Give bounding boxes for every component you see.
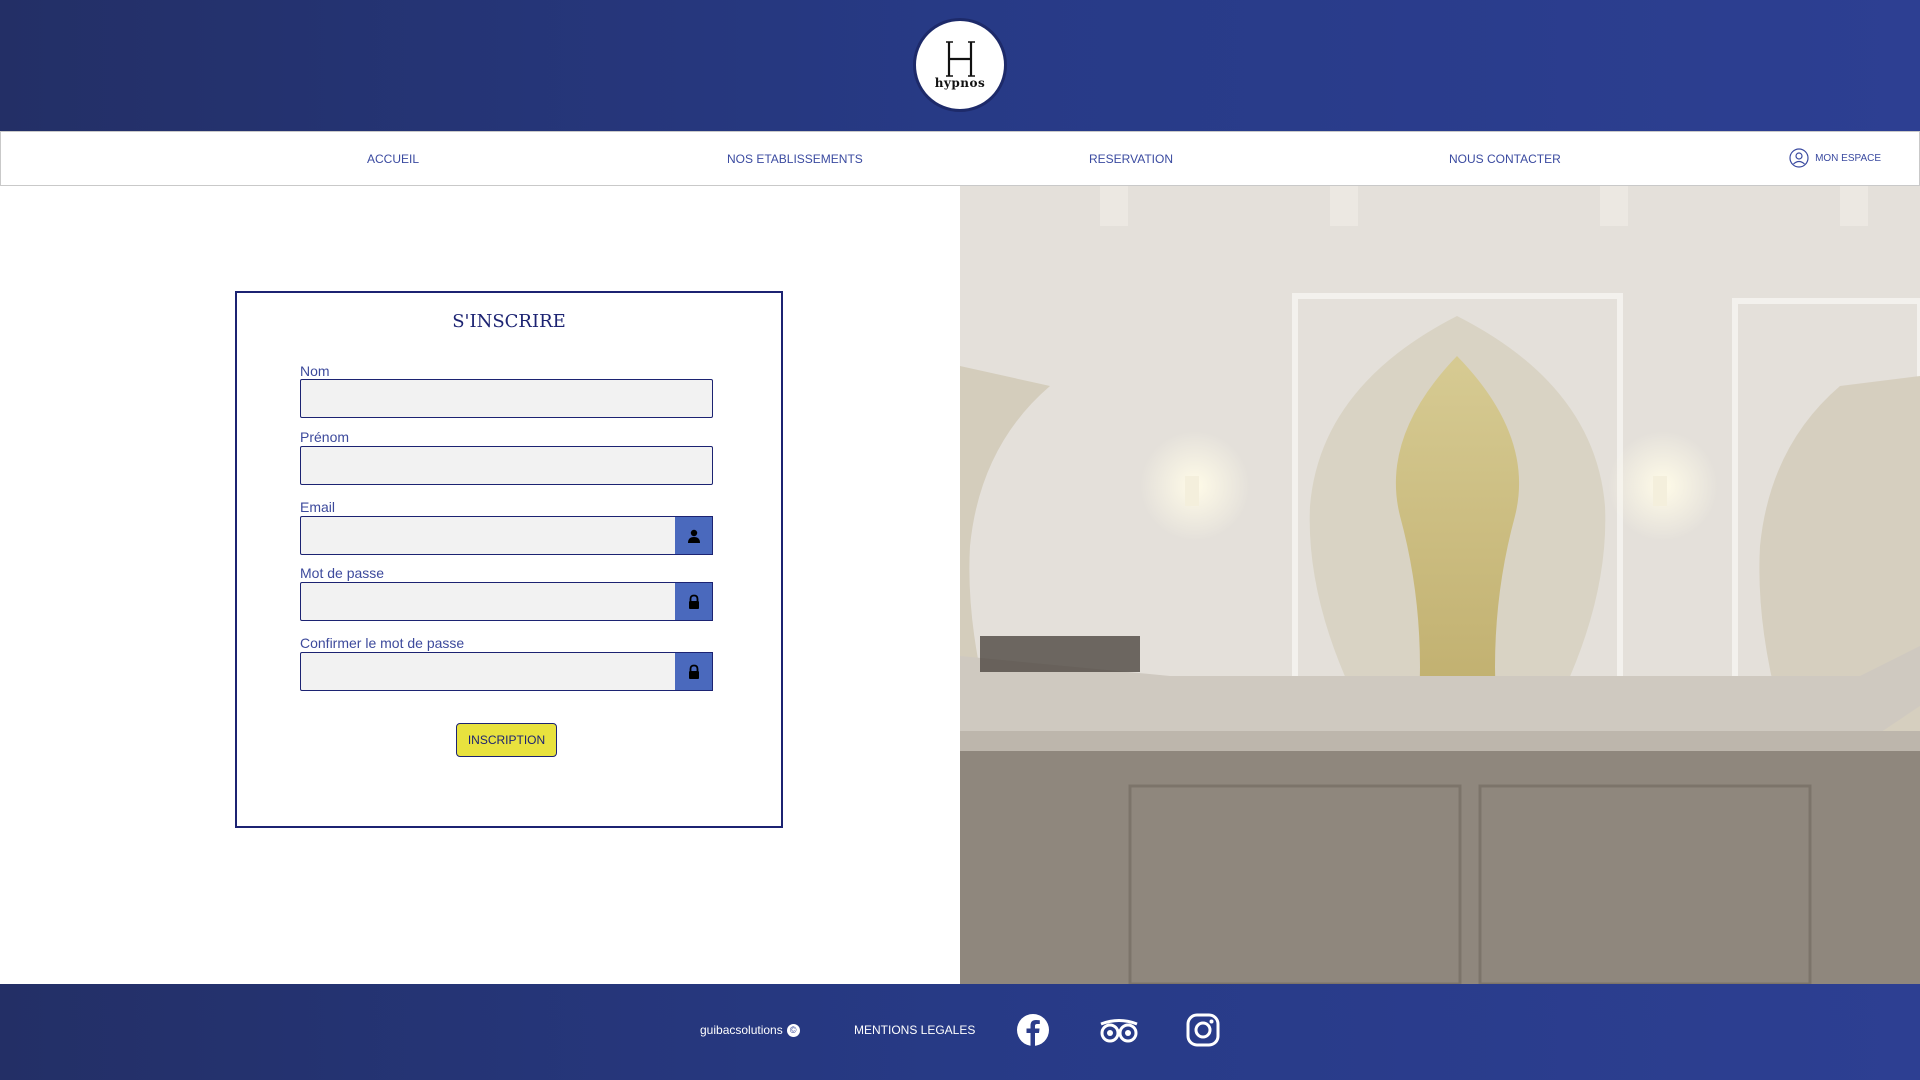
footer: guibacsolutions © MENTIONS LEGALES xyxy=(0,984,1920,1080)
tripadvisor-icon[interactable] xyxy=(1099,1013,1139,1047)
instagram-icon[interactable] xyxy=(1186,1013,1220,1047)
account-label: MON ESPACE xyxy=(1815,152,1881,164)
main-nav: ACCUEIL NOS ETABLISSEMENTS RESERVATION N… xyxy=(0,131,1920,186)
footer-brand[interactable]: guibacsolutions © xyxy=(700,1023,800,1037)
facebook-icon[interactable] xyxy=(1016,1013,1050,1047)
account-link[interactable]: MON ESPACE xyxy=(1789,148,1881,168)
lock-icon xyxy=(688,664,699,679)
account-icon xyxy=(1789,148,1809,168)
confirm-password-input[interactable] xyxy=(300,652,676,691)
hypnos-logo[interactable]: hypnos xyxy=(913,18,1007,112)
nom-input[interactable] xyxy=(300,379,713,418)
copyright-icon: © xyxy=(786,1023,800,1037)
hotel-reception-illustration xyxy=(960,186,1920,984)
logo-text: hypnos xyxy=(934,76,986,90)
email-label: Email xyxy=(300,499,336,515)
header-banner: hypnos xyxy=(0,0,1920,131)
footer-brand-text: guibacsolutions xyxy=(700,1023,783,1037)
email-addon xyxy=(675,516,713,555)
nav-item-reservation[interactable]: RESERVATION xyxy=(1089,132,1173,187)
logo-h-icon xyxy=(946,41,975,77)
prenom-label: Prénom xyxy=(300,429,350,445)
signup-form: S'INSCRIRE Nom Prénom Email Mot de passe… xyxy=(235,291,783,828)
nav-item-etablissements[interactable]: NOS ETABLISSEMENTS xyxy=(727,132,863,187)
prenom-input[interactable] xyxy=(300,446,713,485)
confirm-password-addon xyxy=(675,652,713,691)
email-input[interactable] xyxy=(300,516,676,555)
inscription-button[interactable]: INSCRIPTION xyxy=(456,723,557,757)
hotel-reception-photo xyxy=(960,186,1920,984)
lock-icon xyxy=(688,594,699,609)
nav-item-accueil[interactable]: ACCUEIL xyxy=(367,132,419,187)
password-addon xyxy=(675,582,713,621)
password-input[interactable] xyxy=(300,582,676,621)
mentions-legales-link[interactable]: MENTIONS LEGALES xyxy=(854,1023,975,1037)
user-icon xyxy=(687,529,700,543)
signup-title: S'INSCRIRE xyxy=(452,311,566,332)
nom-label: Nom xyxy=(300,363,330,379)
nav-item-contact[interactable]: NOUS CONTACTER xyxy=(1449,132,1561,187)
password-label: Mot de passe xyxy=(300,565,385,581)
confirm-password-label: Confirmer le mot de passe xyxy=(300,635,465,651)
